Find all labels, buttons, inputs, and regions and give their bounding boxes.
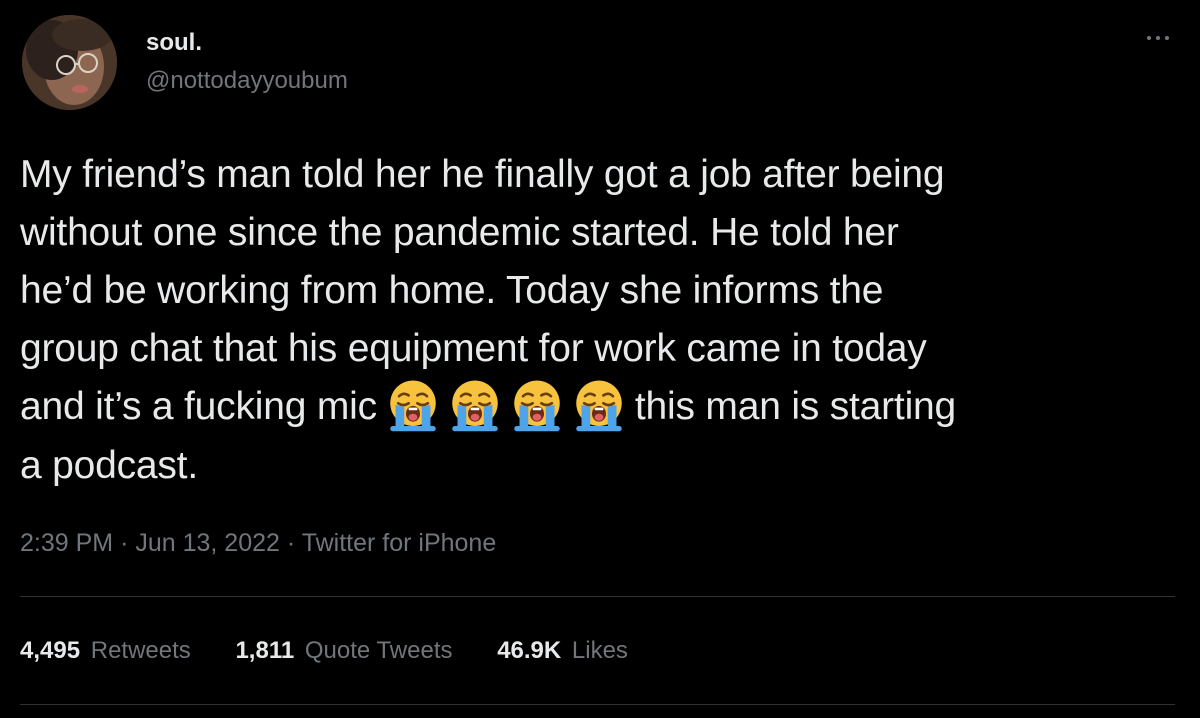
tweet-source[interactable]: Twitter for iPhone (302, 529, 497, 557)
loudly-crying-face-icon (452, 380, 498, 431)
quote-tweets-label: Quote Tweets (304, 637, 453, 664)
more-horizontal-icon (1147, 36, 1151, 40)
divider (20, 596, 1175, 597)
tweet-text-line: and it’s a fucking mic this man is starti… (20, 378, 1180, 437)
tweet-text-line: My friend’s man told her he finally got … (20, 153, 945, 196)
more-horizontal-icon-dot (1165, 36, 1169, 40)
avatar-photo (22, 15, 117, 110)
quote-tweets-stat[interactable]: 1,811 Quote Tweets (235, 633, 452, 669)
user-info: soul. @nottodayyoubum (146, 28, 348, 96)
tweet-date[interactable]: Jun 13, 2022 (135, 529, 280, 557)
more-options-button[interactable] (1138, 26, 1178, 50)
tweet-text-line: group chat that his equipment for work c… (20, 327, 927, 370)
meta-separator: · (120, 529, 129, 557)
tweet-text-segment: and it’s a fucking mic (20, 385, 377, 428)
likes-label: Likes (571, 637, 628, 664)
tweet-card: soul. @nottodayyoubum My friend’s man to… (0, 0, 1200, 718)
tweet-text-line: he’d be working from home. Today she inf… (20, 269, 884, 312)
quote-tweets-count: 1,811 (235, 637, 295, 664)
more-horizontal-icon-dot (1156, 36, 1160, 40)
emoji-group (385, 377, 627, 433)
retweets-label: Retweets (90, 637, 191, 664)
loudly-crying-face-icon (390, 380, 436, 431)
likes-count: 46.9K (497, 637, 562, 664)
tweet-text-line: a podcast. (20, 443, 198, 487)
retweets-count: 4,495 (20, 637, 81, 664)
loudly-crying-face-icon (514, 380, 560, 431)
loudly-crying-face-icon (576, 380, 622, 431)
meta-separator: · (286, 529, 296, 557)
retweets-stat[interactable]: 4,495 Retweets (20, 633, 191, 669)
tweet-text: My friend’s man told her he finally got … (20, 146, 1180, 495)
tweet-text-line: without one since the pandemic started. … (20, 211, 899, 254)
user-handle[interactable]: @nottodayyoubum (146, 66, 348, 96)
tweet-metadata: 2:39 PM · Jun 13, 2022 · Twitter for iPh… (20, 525, 496, 561)
likes-stat[interactable]: 46.9K Likes (497, 633, 628, 669)
tweet-text-segment: this man is starting (634, 385, 957, 428)
avatar[interactable] (22, 15, 117, 110)
divider (20, 704, 1175, 705)
engagement-stats: 4,495 Retweets 1,811 Quote Tweets 46.9K … (20, 633, 666, 669)
tweet-time[interactable]: 2:39 PM (20, 529, 113, 557)
display-name[interactable]: soul. (146, 28, 348, 58)
